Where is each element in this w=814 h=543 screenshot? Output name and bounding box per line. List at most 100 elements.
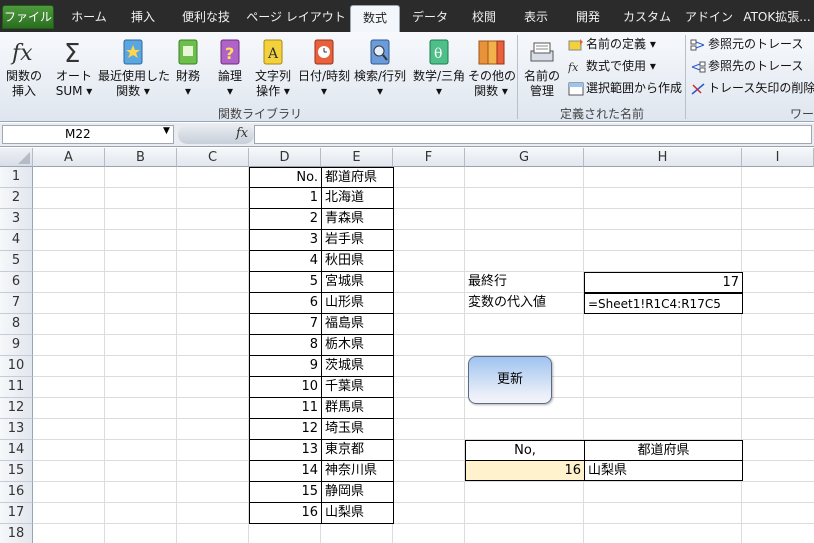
column-header-a[interactable]: A (33, 148, 105, 167)
trace-dependents-button[interactable]: 参照先のトレース (690, 56, 803, 76)
recently-used-button[interactable]: 最近使用した 関数 ▾ (98, 35, 170, 103)
more-functions-button[interactable]: その他の 関数 ▾ (468, 35, 516, 103)
select-all-corner[interactable] (0, 148, 33, 167)
tab-data[interactable]: データ (404, 5, 456, 32)
table-cell-pref[interactable]: 千葉県 (321, 376, 394, 398)
column-header-e[interactable]: E (321, 148, 393, 167)
table-cell-no[interactable]: 16 (249, 502, 322, 524)
result-header-no[interactable]: No, (465, 440, 585, 461)
tab-view[interactable]: 表示 (512, 5, 560, 32)
tab-review[interactable]: 校閲 (460, 5, 508, 32)
table-cell-no[interactable]: 13 (249, 439, 322, 461)
result-no-value[interactable]: 16 (465, 460, 585, 481)
table-cell-no[interactable]: 8 (249, 334, 322, 356)
update-button[interactable]: 更新 (468, 356, 552, 404)
tab-home[interactable]: ホーム (60, 5, 118, 32)
logical-button[interactable]: ? 論理 ▾ (212, 35, 248, 103)
worksheet-grid[interactable]: A B C D E F G H I 1 2 3 4 5 6 7 8 9 10 11 12 13 14 15 1… (0, 148, 814, 543)
fx-icon[interactable]: fx (236, 126, 248, 141)
tab-developer[interactable]: 開発 (564, 5, 612, 32)
row-header[interactable]: 4 (0, 230, 33, 251)
row-header[interactable]: 12 (0, 398, 33, 419)
autosum-button[interactable]: Σ オート SUM ▾ (52, 35, 96, 103)
table-cell-pref[interactable]: 茨城県 (321, 355, 394, 377)
financial-button[interactable]: 財務 ▾ (170, 35, 206, 103)
tab-atok[interactable]: ATOK拡張... (740, 5, 814, 32)
name-manager-button[interactable]: 名前の 管理 (520, 35, 564, 103)
table-cell-pref[interactable]: 秋田県 (321, 250, 394, 272)
column-header-h[interactable]: H (584, 148, 742, 167)
table-cell-no[interactable]: 15 (249, 481, 322, 503)
table-cell-pref[interactable]: 東京都 (321, 439, 394, 461)
table-cell-pref[interactable]: 福島県 (321, 313, 394, 335)
result-header-pref[interactable]: 都道府県 (584, 440, 743, 461)
trace-precedents-button[interactable]: 参照元のトレース (690, 34, 803, 54)
table-cell-no[interactable]: 12 (249, 418, 322, 440)
row-header[interactable]: 10 (0, 356, 33, 377)
table-cell-pref[interactable]: 静岡県 (321, 481, 394, 503)
text-functions-button[interactable]: A 文字列 操作 ▾ (250, 35, 296, 103)
table-cell-pref[interactable]: 神奈川県 (321, 460, 394, 482)
row-header[interactable]: 8 (0, 314, 33, 335)
tab-addins[interactable]: アドイン (682, 5, 736, 32)
table-cell-pref[interactable]: 宮城県 (321, 271, 394, 293)
last-row-label[interactable]: 最終行 (465, 272, 584, 293)
table-cell-pref[interactable]: 埼玉県 (321, 418, 394, 440)
tab-page-layout[interactable]: ページ レイアウト (246, 5, 346, 32)
row-header[interactable]: 1 (0, 167, 33, 188)
table-cell-pref[interactable]: 山形県 (321, 292, 394, 314)
table-cell-no[interactable]: 9 (249, 355, 322, 377)
result-pref-value[interactable]: 山梨県 (584, 460, 743, 481)
lookup-button[interactable]: 検索/行列 ▾ (352, 35, 408, 103)
tab-formulas[interactable]: 数式 (350, 5, 400, 32)
table-cell-no[interactable]: 14 (249, 460, 322, 482)
use-in-formula-button[interactable]: fx 数式で使用 ▾ (568, 56, 656, 76)
table-cell-pref[interactable]: 北海道 (321, 187, 394, 209)
row-header[interactable]: 7 (0, 293, 33, 314)
column-header-f[interactable]: F (393, 148, 465, 167)
assign-value[interactable]: =Sheet1!R1C4:R17C5 (584, 293, 743, 314)
insert-function-button[interactable]: fx 関数の 挿入 (2, 35, 46, 103)
table-cell-no[interactable]: 1 (249, 187, 322, 209)
column-header-b[interactable]: B (105, 148, 177, 167)
table-cell-no[interactable]: 2 (249, 208, 322, 230)
tab-file[interactable]: ファイル (2, 5, 54, 29)
table-cell-pref[interactable]: 岩手県 (321, 229, 394, 251)
table-cell-no[interactable]: 6 (249, 292, 322, 314)
column-header-g[interactable]: G (465, 148, 584, 167)
column-header-i[interactable]: I (742, 148, 814, 167)
table-cell-no[interactable]: 4 (249, 250, 322, 272)
name-box[interactable]: M22 (2, 125, 174, 144)
assign-value-label[interactable]: 変数の代入値 (465, 293, 584, 314)
table-cell-no[interactable]: 7 (249, 313, 322, 335)
table-cell-pref[interactable]: 栃木県 (321, 334, 394, 356)
table-cell-no[interactable]: 3 (249, 229, 322, 251)
row-header[interactable]: 3 (0, 209, 33, 230)
column-header-d[interactable]: D (249, 148, 321, 167)
row-header[interactable]: 5 (0, 251, 33, 272)
row-header[interactable]: 16 (0, 482, 33, 503)
row-header[interactable]: 14 (0, 440, 33, 461)
table-cell-pref[interactable]: 青森県 (321, 208, 394, 230)
table-cell-no[interactable]: 11 (249, 397, 322, 419)
datetime-button[interactable]: 日付/時刻 ▾ (297, 35, 351, 103)
table-cell-pref[interactable]: 山梨県 (321, 502, 394, 524)
row-header[interactable]: 2 (0, 188, 33, 209)
tab-insert[interactable]: 挿入 (120, 5, 166, 32)
table-header-pref[interactable]: 都道府県 (321, 167, 394, 188)
column-header-c[interactable]: C (177, 148, 249, 167)
row-header[interactable]: 11 (0, 377, 33, 398)
row-header[interactable]: 18 (0, 524, 33, 543)
create-from-selection-button[interactable]: 選択範囲から作成 (568, 78, 682, 98)
last-row-value[interactable]: 17 (584, 272, 743, 293)
table-cell-pref[interactable]: 群馬県 (321, 397, 394, 419)
tab-custom[interactable]: カスタム (616, 5, 678, 32)
table-header-no[interactable]: No. (249, 167, 322, 188)
table-cell-no[interactable]: 5 (249, 271, 322, 293)
row-header[interactable]: 15 (0, 461, 33, 482)
define-name-button[interactable]: 名前の定義 ▾ (568, 34, 656, 54)
remove-arrows-button[interactable]: トレース矢印の削除 ▾ (690, 78, 814, 98)
row-header[interactable]: 13 (0, 419, 33, 440)
row-header[interactable]: 6 (0, 272, 33, 293)
table-cell-no[interactable]: 10 (249, 376, 322, 398)
